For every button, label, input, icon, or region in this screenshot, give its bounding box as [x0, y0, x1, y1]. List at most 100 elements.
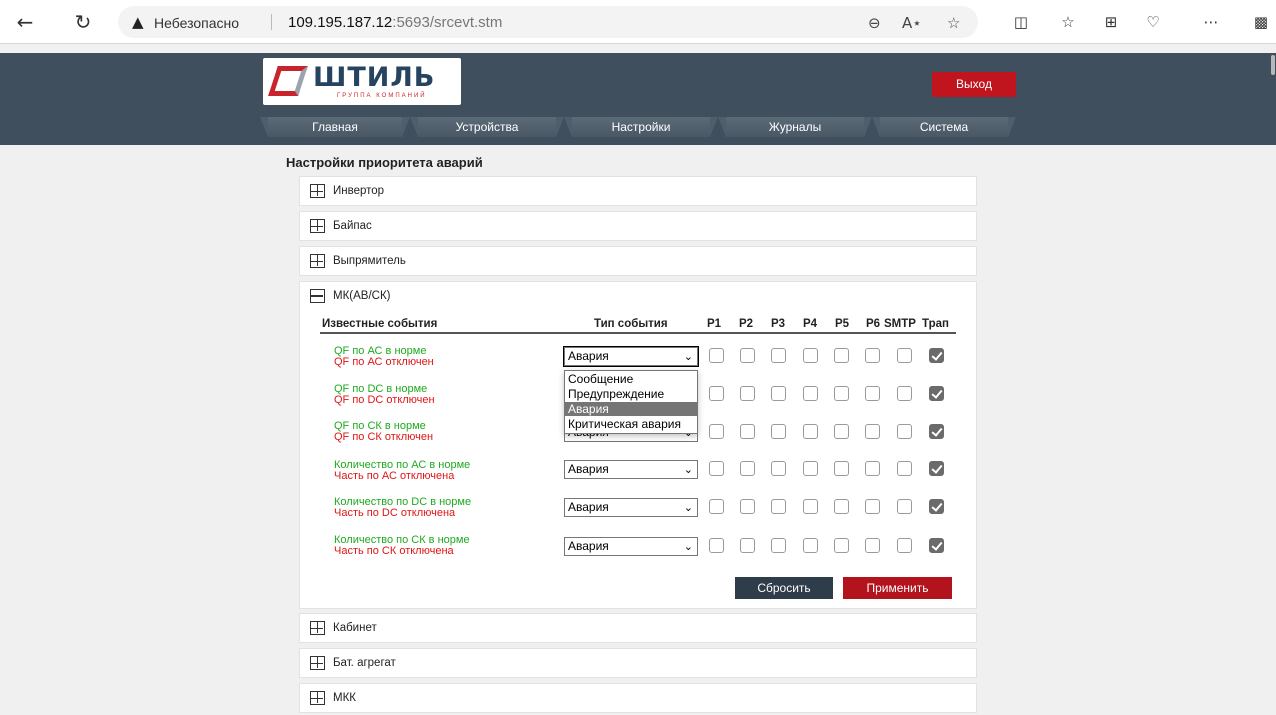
checkbox-p1[interactable]: [709, 386, 724, 401]
more-menu-icon[interactable]: ⋯: [1198, 8, 1224, 36]
checkbox-trap[interactable]: [929, 348, 944, 363]
checkbox-p4[interactable]: [803, 424, 818, 439]
event-type-select[interactable]: Авария ⌄: [564, 498, 698, 517]
checkbox-p4[interactable]: [803, 538, 818, 553]
dropdown-option-critical[interactable]: Критическая авария: [565, 417, 697, 431]
section-mkk[interactable]: МКК: [299, 683, 977, 713]
checkbox-p4[interactable]: [803, 348, 818, 363]
nav-tab-system[interactable]: Система: [872, 117, 1016, 137]
section-header[interactable]: Байпас: [300, 212, 372, 240]
checkbox-p5[interactable]: [834, 499, 849, 514]
checkbox-p6[interactable]: [865, 499, 880, 514]
checkbox-smtp[interactable]: [897, 386, 912, 401]
checkbox-p6[interactable]: [865, 424, 880, 439]
event-type-select[interactable]: Авария ⌄: [563, 346, 699, 367]
zoom-icon[interactable]: ⊖: [868, 14, 881, 32]
expand-icon[interactable]: [310, 656, 325, 670]
checkbox-trap[interactable]: [929, 461, 944, 476]
section-rectifier[interactable]: Выпрямитель: [299, 246, 977, 276]
nav-tab-settings[interactable]: Настройки: [564, 117, 718, 137]
section-header[interactable]: Бат. агрегат: [300, 649, 396, 677]
dropdown-option-message[interactable]: Сообщение: [565, 372, 697, 386]
event-type-select[interactable]: Авария ⌄: [564, 537, 698, 556]
checkbox-p5[interactable]: [834, 461, 849, 476]
checkbox-p5[interactable]: [834, 348, 849, 363]
checkbox-smtp[interactable]: [897, 348, 912, 363]
checkbox-p4[interactable]: [803, 386, 818, 401]
checkbox-p2[interactable]: [740, 386, 755, 401]
event-type-select[interactable]: Авария ⌄: [564, 460, 698, 479]
checkbox-p6[interactable]: [865, 538, 880, 553]
dropdown-option-warning[interactable]: Предупреждение: [565, 387, 697, 401]
section-cabinet[interactable]: Кабинет: [299, 613, 977, 643]
checkbox-p6[interactable]: [865, 386, 880, 401]
expand-icon[interactable]: [310, 621, 325, 635]
section-header[interactable]: Инвертор: [300, 177, 384, 205]
checkbox-p6[interactable]: [865, 348, 880, 363]
checkbox-trap[interactable]: [929, 499, 944, 514]
section-header[interactable]: Выпрямитель: [300, 247, 406, 275]
checkbox-p5[interactable]: [834, 424, 849, 439]
checkbox-p2[interactable]: [740, 348, 755, 363]
favorites-icon[interactable]: ☆: [1055, 8, 1081, 36]
address-bar[interactable]: ▲ Небезопасно 109.195.187.12:5693/srcevt…: [118, 6, 978, 38]
checkbox-p2[interactable]: [740, 499, 755, 514]
sidebar-toggle-icon[interactable]: ▩: [1250, 8, 1272, 36]
checkbox-p3[interactable]: [771, 538, 786, 553]
checkbox-p2[interactable]: [740, 461, 755, 476]
expand-icon[interactable]: [310, 691, 325, 705]
dropdown-option-alarm[interactable]: Авария: [565, 402, 697, 416]
checkbox-p3[interactable]: [771, 499, 786, 514]
section-inverter[interactable]: Инвертор: [299, 176, 977, 206]
collapse-icon[interactable]: [310, 289, 325, 303]
security-label[interactable]: Небезопасно: [154, 15, 239, 31]
expand-icon[interactable]: [310, 219, 325, 233]
section-battery-unit[interactable]: Бат. агрегат: [299, 648, 977, 678]
checkbox-smtp[interactable]: [897, 538, 912, 553]
nav-tab-home[interactable]: Главная: [260, 117, 410, 137]
section-bypass[interactable]: Байпас: [299, 211, 977, 241]
collections-icon[interactable]: ⊞: [1098, 8, 1124, 36]
checkbox-p3[interactable]: [771, 424, 786, 439]
checkbox-p2[interactable]: [740, 424, 755, 439]
page-scrollbar[interactable]: [1271, 55, 1275, 75]
checkbox-trap[interactable]: [929, 386, 944, 401]
checkbox-p6[interactable]: [865, 461, 880, 476]
read-aloud-icon[interactable]: A⋆: [902, 14, 922, 32]
checkbox-p1[interactable]: [709, 538, 724, 553]
split-screen-icon[interactable]: ◫: [1008, 8, 1034, 36]
checkbox-trap[interactable]: [929, 424, 944, 439]
checkbox-p1[interactable]: [709, 461, 724, 476]
back-arrow-icon[interactable]: ←: [10, 8, 40, 36]
checkbox-p1[interactable]: [709, 424, 724, 439]
checkbox-smtp[interactable]: [897, 461, 912, 476]
checkbox-p3[interactable]: [771, 461, 786, 476]
exit-button[interactable]: Выход: [932, 72, 1016, 97]
checkbox-p5[interactable]: [834, 538, 849, 553]
nav-tab-logs[interactable]: Журналы: [718, 117, 872, 137]
checkbox-p1[interactable]: [709, 348, 724, 363]
checkbox-p4[interactable]: [803, 499, 818, 514]
apply-button[interactable]: Применить: [843, 577, 952, 599]
favorite-star-icon[interactable]: ☆: [947, 14, 960, 32]
reset-button[interactable]: Сбросить: [735, 577, 833, 599]
checkbox-p4[interactable]: [803, 461, 818, 476]
section-header[interactable]: МК(АВ/СК): [300, 282, 390, 310]
checkbox-p2[interactable]: [740, 538, 755, 553]
expand-icon[interactable]: [310, 184, 325, 198]
expand-icon[interactable]: [310, 254, 325, 268]
url-text[interactable]: 109.195.187.12:5693/srcevt.stm: [288, 14, 502, 31]
checkbox-smtp[interactable]: [897, 499, 912, 514]
nav-tab-devices[interactable]: Устройства: [410, 117, 564, 137]
section-header[interactable]: МКК: [300, 684, 356, 712]
browser-health-icon[interactable]: ♡: [1140, 8, 1166, 36]
checkbox-p3[interactable]: [771, 386, 786, 401]
section-header[interactable]: Кабинет: [300, 614, 377, 642]
checkbox-smtp[interactable]: [897, 424, 912, 439]
reload-icon[interactable]: ↻: [68, 8, 98, 36]
checkbox-p3[interactable]: [771, 348, 786, 363]
checkbox-p5[interactable]: [834, 386, 849, 401]
warning-icon[interactable]: ▲: [132, 13, 144, 31]
checkbox-trap[interactable]: [929, 538, 944, 553]
checkbox-p1[interactable]: [709, 499, 724, 514]
